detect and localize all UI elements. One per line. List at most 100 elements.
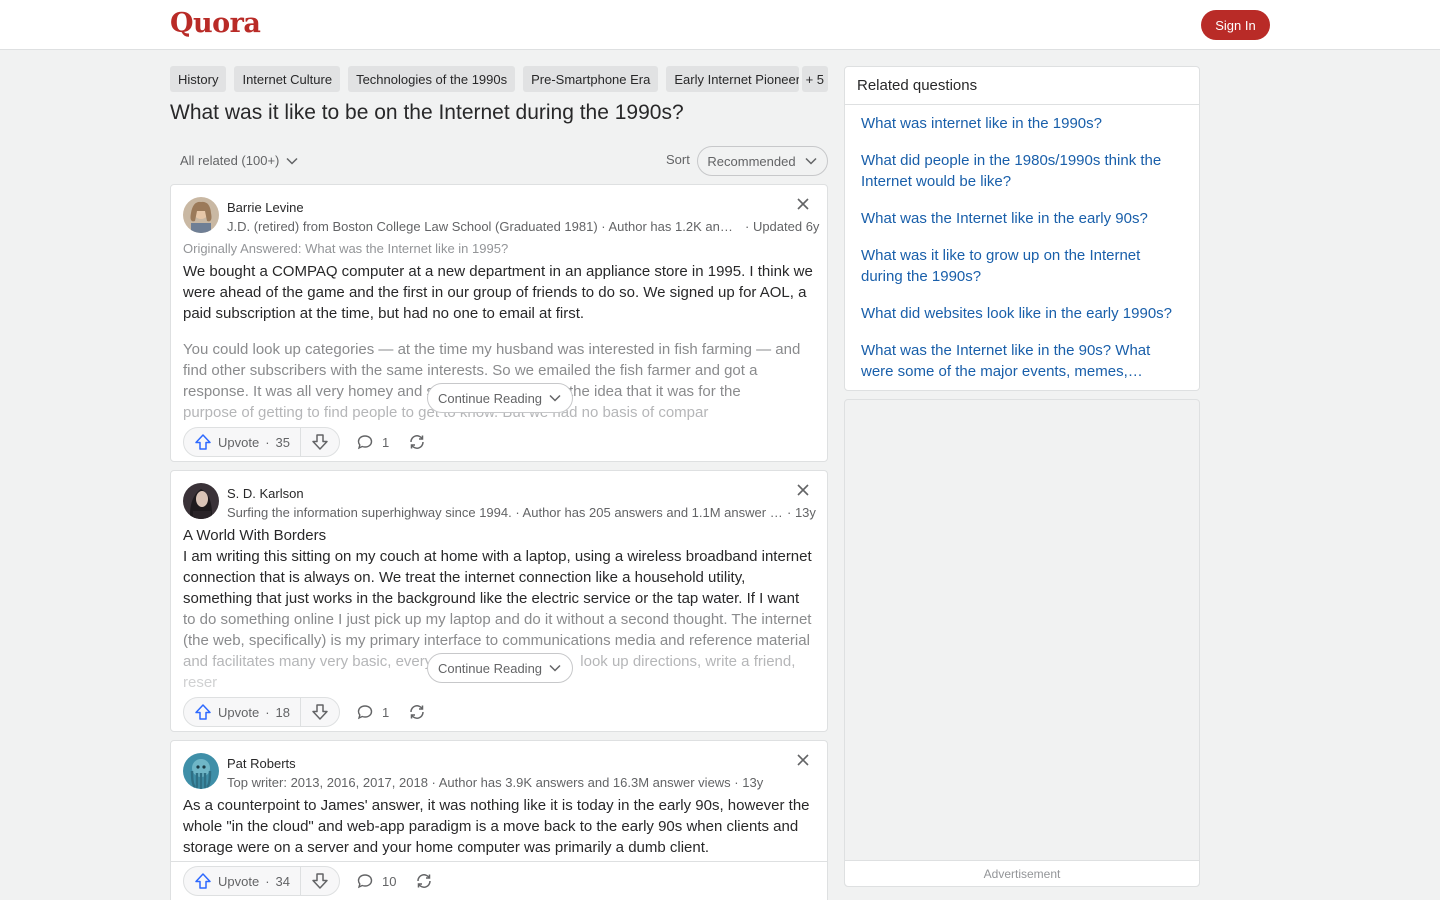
- comment-button[interactable]: 1: [356, 703, 389, 721]
- top-bar: Quora Sign In: [0, 0, 1440, 50]
- comment-button[interactable]: 1: [356, 433, 389, 451]
- upvote-button[interactable]: Upvote · 18: [184, 698, 302, 726]
- comment-icon: [357, 705, 373, 720]
- more-topics-button[interactable]: + 5: [801, 66, 828, 92]
- answer-card: Pat Roberts Top writer: 2013, 2016, 2017…: [170, 740, 828, 900]
- vote-group: Upvote · 35: [183, 427, 341, 457]
- continue-reading-button[interactable]: Continue Reading: [427, 653, 573, 683]
- related-questions-title: Related questions: [845, 67, 1199, 105]
- close-icon[interactable]: [796, 197, 810, 211]
- comment-icon: [357, 874, 373, 889]
- answer-time: · 13y: [787, 505, 816, 520]
- topic-chip[interactable]: Pre-Smartphone Era: [523, 66, 659, 92]
- downvote-icon: [312, 704, 328, 720]
- quora-logo[interactable]: Quora: [170, 8, 261, 39]
- sort-value: Recommended: [707, 153, 796, 169]
- related-question-link[interactable]: What was the Internet like in the 90s? W…: [861, 340, 1161, 382]
- advertisement-label: Advertisement: [845, 860, 1199, 886]
- related-filter-dropdown[interactable]: All related (100+): [180, 153, 299, 168]
- related-question-link[interactable]: What did websites look like in the early…: [861, 303, 1191, 324]
- downvote-icon: [312, 434, 328, 450]
- answer-time: · Updated 6y: [745, 219, 820, 234]
- answer-text: As a counterpoint to James' answer, it w…: [183, 797, 810, 856]
- avatar[interactable]: [183, 753, 219, 789]
- comment-count: 10: [382, 873, 397, 889]
- share-button[interactable]: [407, 702, 427, 722]
- vote-group: Upvote · 34: [183, 866, 341, 896]
- answer-heading: A World With Borders: [183, 527, 327, 544]
- author-credential: Surfing the information superhighway sin…: [227, 505, 783, 520]
- downvote-button[interactable]: [301, 867, 339, 895]
- upvote-label: Upvote: [218, 434, 260, 450]
- upvote-count: 34: [275, 873, 291, 889]
- originally-answered[interactable]: Originally Answered: What was the Intern…: [183, 241, 508, 256]
- advertisement-panel: Advertisement: [844, 399, 1200, 887]
- upvote-icon: [195, 434, 211, 450]
- chevron-down-icon: [549, 394, 561, 402]
- share-icon: [410, 705, 425, 719]
- close-icon[interactable]: [796, 483, 810, 497]
- share-button[interactable]: [414, 871, 434, 891]
- share-button[interactable]: [407, 432, 427, 452]
- related-question-link[interactable]: What did people in the 1980s/1990s think…: [861, 150, 1181, 192]
- question-title: What was it like to be on the Internet d…: [170, 101, 684, 124]
- answer-card: Barrie Levine J.D. (retired) from Boston…: [170, 184, 828, 462]
- topic-chip[interactable]: Early Internet Pioneers: [666, 66, 800, 92]
- answer-actions: Upvote · 35 1: [183, 427, 427, 457]
- upvote-label: Upvote: [218, 873, 260, 889]
- share-icon: [410, 435, 425, 449]
- continue-reading-label: Continue Reading: [437, 390, 543, 406]
- answer-text-faded: to do something online I just pick up my…: [183, 611, 812, 649]
- upvote-label: Upvote: [218, 704, 260, 720]
- avatar[interactable]: [183, 483, 219, 519]
- answer-text: I am writing this sitting on my couch at…: [183, 548, 812, 607]
- sort-dropdown[interactable]: Recommended: [697, 146, 828, 176]
- vote-group: Upvote · 18: [183, 697, 341, 727]
- avatar[interactable]: [183, 197, 219, 233]
- continue-reading-button[interactable]: Continue Reading: [427, 383, 573, 413]
- author-name[interactable]: Pat Roberts: [227, 756, 296, 771]
- answer-text-part: and facilitates many very basic, every: [183, 653, 433, 670]
- related-question-link[interactable]: What was the Internet like in the early …: [861, 208, 1181, 229]
- answer-card: S. D. Karlson Surfing the information su…: [170, 470, 828, 732]
- upvote-count: 18: [275, 704, 291, 720]
- answer-actions: Upvote · 34 10: [183, 866, 434, 896]
- close-icon[interactable]: [796, 753, 810, 767]
- comment-count: 1: [382, 704, 390, 720]
- chevron-down-icon: [805, 157, 817, 165]
- chevron-down-icon: [286, 157, 298, 165]
- upvote-count: 35: [275, 434, 291, 450]
- topic-chip[interactable]: History: [170, 66, 227, 92]
- upvote-icon: [195, 704, 211, 720]
- related-question-link[interactable]: What was it like to grow up on the Inter…: [861, 245, 1181, 287]
- upvote-icon: [195, 873, 211, 889]
- downvote-icon: [312, 873, 328, 889]
- chevron-down-icon: [549, 664, 561, 672]
- continue-reading-label: Continue Reading: [437, 660, 543, 676]
- related-question-link[interactable]: What was internet like in the 1990s?: [861, 113, 1181, 134]
- sign-in-button[interactable]: Sign In: [1201, 10, 1270, 40]
- answer-text-part: got the idea that it was for the: [543, 383, 741, 400]
- share-icon: [417, 874, 432, 888]
- divider: [171, 861, 827, 862]
- answer-text: We bought a COMPAQ computer at a new dep…: [183, 263, 813, 322]
- author-credential: Top writer: 2013, 2016, 2017, 2018 · Aut…: [227, 775, 764, 790]
- comment-button[interactable]: 10: [356, 872, 396, 890]
- author-credential: J.D. (retired) from Boston College Law S…: [227, 219, 735, 234]
- answer-text-part: look up directions, write a friend,: [580, 653, 796, 670]
- comment-icon: [357, 435, 373, 450]
- author-name[interactable]: Barrie Levine: [227, 200, 304, 215]
- filter-label: All related (100+): [180, 153, 280, 168]
- topic-chip[interactable]: Technologies of the 1990s: [348, 66, 516, 92]
- sort-label: Sort: [666, 152, 690, 167]
- downvote-button[interactable]: [301, 428, 339, 456]
- upvote-button[interactable]: Upvote · 34: [184, 867, 302, 895]
- answer-actions: Upvote · 18 1: [183, 697, 427, 727]
- comment-count: 1: [382, 434, 390, 450]
- author-name[interactable]: S. D. Karlson: [227, 486, 304, 501]
- downvote-button[interactable]: [301, 698, 339, 726]
- upvote-button[interactable]: Upvote · 35: [184, 428, 302, 456]
- topic-list: History Internet Culture Technologies of…: [170, 66, 828, 92]
- related-questions-panel: Related questions What was internet like…: [844, 66, 1200, 391]
- topic-chip[interactable]: Internet Culture: [234, 66, 341, 92]
